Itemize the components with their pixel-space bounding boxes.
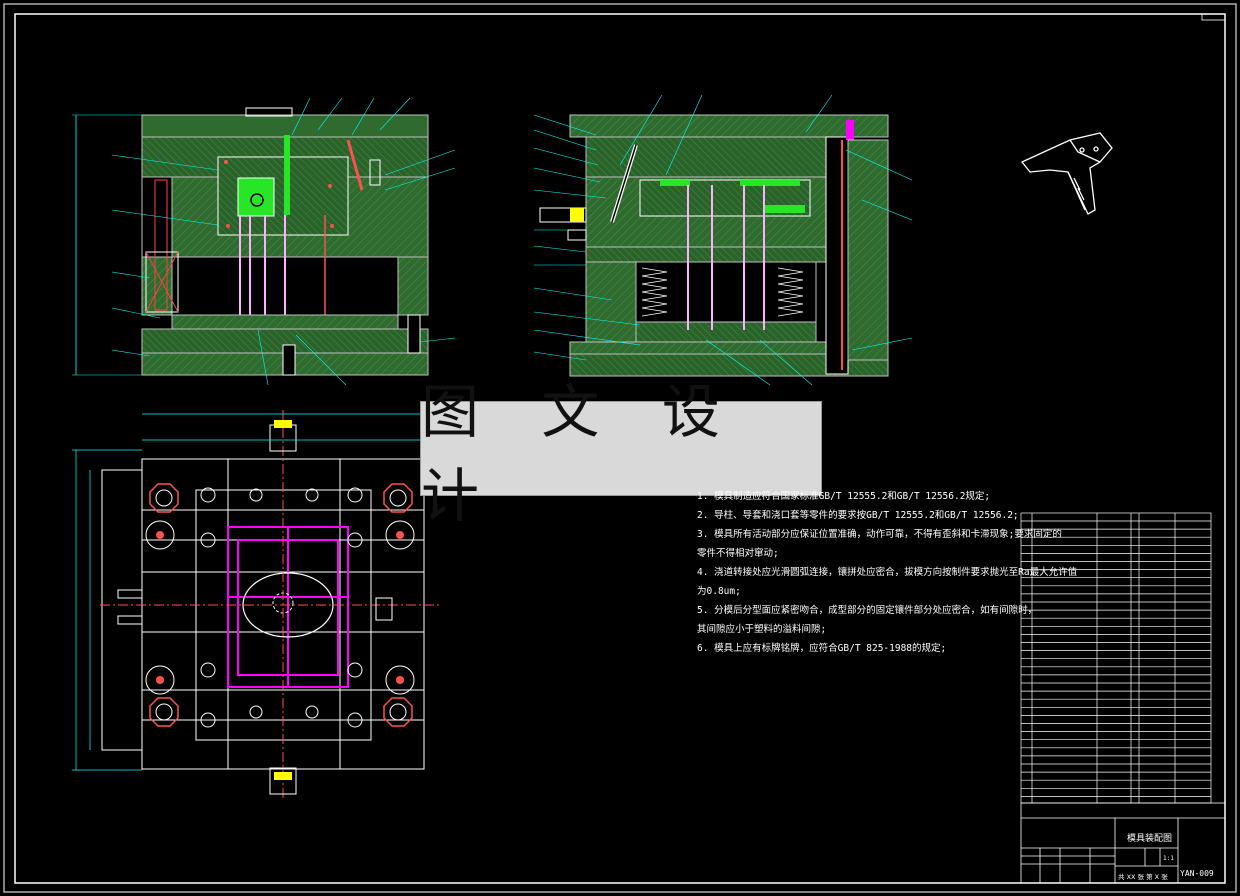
note-line: 4. 浇道转接处应光滑圆弧连接，镶拼处应密合，拔模方向按制件要求抛光至Ra最大允…: [697, 567, 1078, 578]
drawing-code: YAN-009: [1180, 869, 1214, 878]
note-line: 3. 模具所有活动部分应保证位置准确，动作可靠，不得有歪斜和卡滞现象;要求固定的: [697, 529, 1062, 540]
watermark-banner: 图 文 设 计: [420, 378, 822, 530]
note-line: 零件不得相对窜动;: [697, 548, 779, 559]
note-line: 2. 导柱、导套和浇口套等零件的要求按GB/T 12555.2和GB/T 125…: [697, 510, 1019, 521]
note-line: 其间隙应小于塑料的溢料间隙;: [697, 624, 827, 635]
plan-view: [72, 410, 440, 800]
corner-tag: [1201, 13, 1226, 21]
side-section-view: [533, 94, 913, 386]
title-block-sheet: 共 XX 张 第 X 张: [1118, 872, 1168, 881]
part-isometric: [1020, 132, 1113, 215]
note-line: 5. 分模后分型面应紧密吻合，成型部分的固定镶件部分处应密合，如有间隙时，: [697, 605, 1038, 616]
parts-list: [1020, 512, 1212, 804]
note-line: 为0.8um;: [697, 586, 741, 597]
front-section-view: [72, 97, 456, 386]
title-block-scale: 1:1: [1163, 855, 1174, 862]
note-line: 1. 模具制造应符合国家标准GB/T 12555.2和GB/T 12556.2规…: [697, 491, 991, 502]
title-block-drawing-title: 模具装配图: [1127, 832, 1172, 844]
technical-notes: 1. 模具制造应符合国家标准GB/T 12555.2和GB/T 12556.2规…: [697, 487, 1078, 658]
note-line: 6. 模具上应有标牌铭牌，应符合GB/T 825-1988的规定;: [697, 643, 947, 654]
